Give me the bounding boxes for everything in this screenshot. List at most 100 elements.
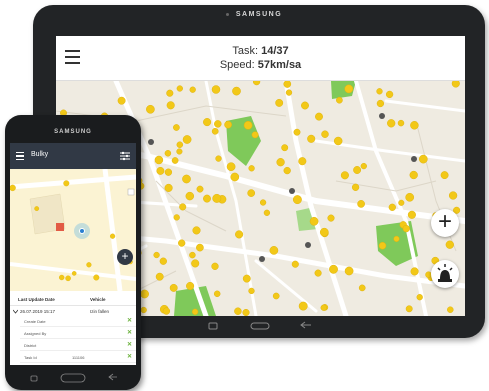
- add-button[interactable]: +: [431, 209, 459, 237]
- task-marker[interactable]: [164, 183, 173, 192]
- task-marker[interactable]: [418, 154, 428, 164]
- task-marker[interactable]: [215, 155, 222, 162]
- task-marker[interactable]: [179, 203, 187, 211]
- task-marker[interactable]: [186, 281, 195, 291]
- close-icon[interactable]: ✕: [127, 353, 132, 360]
- task-marker[interactable]: [307, 134, 316, 143]
- task-marker[interactable]: [319, 227, 329, 237]
- task-marker[interactable]: [314, 269, 322, 277]
- task-marker[interactable]: [235, 230, 244, 239]
- close-icon[interactable]: ✕: [127, 329, 132, 336]
- task-marker[interactable]: [109, 233, 116, 239]
- task-marker[interactable]: [263, 209, 271, 216]
- add-button[interactable]: +: [117, 249, 133, 265]
- task-marker[interactable]: [166, 89, 174, 97]
- task-marker[interactable]: [448, 191, 458, 200]
- task-marker[interactable]: [211, 85, 221, 94]
- task-marker[interactable]: [146, 104, 155, 114]
- task-marker[interactable]: [140, 306, 147, 314]
- task-marker[interactable]: [185, 191, 195, 201]
- task-marker[interactable]: [65, 275, 71, 282]
- task-marker[interactable]: [358, 284, 366, 292]
- task-marker[interactable]: [410, 121, 419, 130]
- task-marker[interactable]: [230, 172, 240, 182]
- task-marker[interactable]: [154, 155, 164, 165]
- task-marker[interactable]: [93, 274, 100, 281]
- task-marker[interactable]: [285, 89, 293, 96]
- task-marker[interactable]: [242, 274, 251, 283]
- task-marker[interactable]: [353, 166, 362, 174]
- task-marker[interactable]: [34, 206, 40, 211]
- task-marker[interactable]: [196, 243, 204, 252]
- task-marker[interactable]: [164, 168, 173, 176]
- task-marker[interactable]: [211, 127, 219, 135]
- task-marker[interactable]: [336, 96, 343, 104]
- task-marker[interactable]: [357, 200, 365, 208]
- task-marker[interactable]: [376, 88, 383, 95]
- task-marker[interactable]: [192, 226, 201, 235]
- task-marker[interactable]: [269, 246, 279, 255]
- hamburger-menu-icon[interactable]: [16, 152, 24, 160]
- task-marker[interactable]: [333, 136, 343, 146]
- task-marker[interactable]: [388, 203, 396, 211]
- task-marker[interactable]: [272, 292, 280, 300]
- task-marker[interactable]: [247, 189, 256, 197]
- task-marker[interactable]: [176, 141, 184, 148]
- task-marker[interactable]: [232, 86, 241, 96]
- task-marker[interactable]: [293, 128, 301, 136]
- task-marker[interactable]: [182, 135, 192, 144]
- task-marker[interactable]: [162, 307, 171, 315]
- task-marker[interactable]: [164, 150, 172, 157]
- task-marker[interactable]: [351, 183, 360, 191]
- task-marker[interactable]: [171, 157, 179, 164]
- task-marker[interactable]: [196, 185, 204, 193]
- task-marker[interactable]: [385, 90, 394, 99]
- task-marker[interactable]: [59, 274, 65, 281]
- task-marker[interactable]: [283, 166, 291, 175]
- close-icon[interactable]: ✕: [127, 317, 132, 324]
- task-marker[interactable]: [203, 118, 212, 127]
- task-marker[interactable]: [344, 266, 354, 276]
- task-marker[interactable]: [301, 101, 309, 110]
- task-marker[interactable]: [178, 239, 186, 247]
- task-marker[interactable]: [405, 192, 415, 202]
- task-marker[interactable]: [191, 308, 199, 315]
- task-marker[interactable]: [309, 216, 319, 226]
- task-marker[interactable]: [360, 162, 367, 170]
- task-marker[interactable]: [393, 235, 400, 242]
- task-marker[interactable]: [410, 267, 419, 276]
- task-marker[interactable]: [86, 262, 92, 268]
- task-marker[interactable]: [203, 194, 211, 203]
- task-marker[interactable]: [211, 262, 219, 270]
- table-row[interactable]: 26.07.2019 15:17 Izin fallen: [10, 305, 136, 316]
- phone-map[interactable]: [10, 169, 136, 291]
- task-marker[interactable]: [445, 240, 454, 249]
- task-marker[interactable]: [329, 264, 338, 274]
- task-marker[interactable]: [275, 98, 284, 107]
- task-marker[interactable]: [226, 162, 236, 172]
- task-marker[interactable]: [276, 158, 285, 167]
- task-marker[interactable]: [292, 195, 302, 205]
- filter-icon[interactable]: [120, 151, 130, 161]
- task-marker[interactable]: [10, 184, 16, 192]
- task-marker[interactable]: [71, 271, 77, 276]
- task-marker[interactable]: [214, 120, 222, 128]
- task-marker[interactable]: [405, 305, 413, 313]
- task-marker[interactable]: [440, 171, 449, 180]
- task-marker[interactable]: [409, 170, 418, 180]
- task-marker[interactable]: [283, 81, 292, 88]
- task-marker[interactable]: [191, 259, 200, 268]
- task-marker[interactable]: [212, 193, 222, 203]
- task-marker[interactable]: [140, 289, 149, 299]
- task-marker[interactable]: [251, 131, 259, 139]
- task-marker[interactable]: [298, 301, 308, 311]
- task-marker[interactable]: [315, 112, 323, 121]
- task-marker[interactable]: [63, 180, 70, 187]
- task-marker[interactable]: [173, 124, 180, 131]
- task-marker[interactable]: [397, 119, 405, 127]
- task-marker[interactable]: [248, 165, 255, 172]
- task-marker[interactable]: [281, 144, 289, 152]
- task-marker[interactable]: [340, 171, 349, 180]
- task-marker[interactable]: [398, 199, 405, 206]
- task-marker[interactable]: [189, 86, 196, 93]
